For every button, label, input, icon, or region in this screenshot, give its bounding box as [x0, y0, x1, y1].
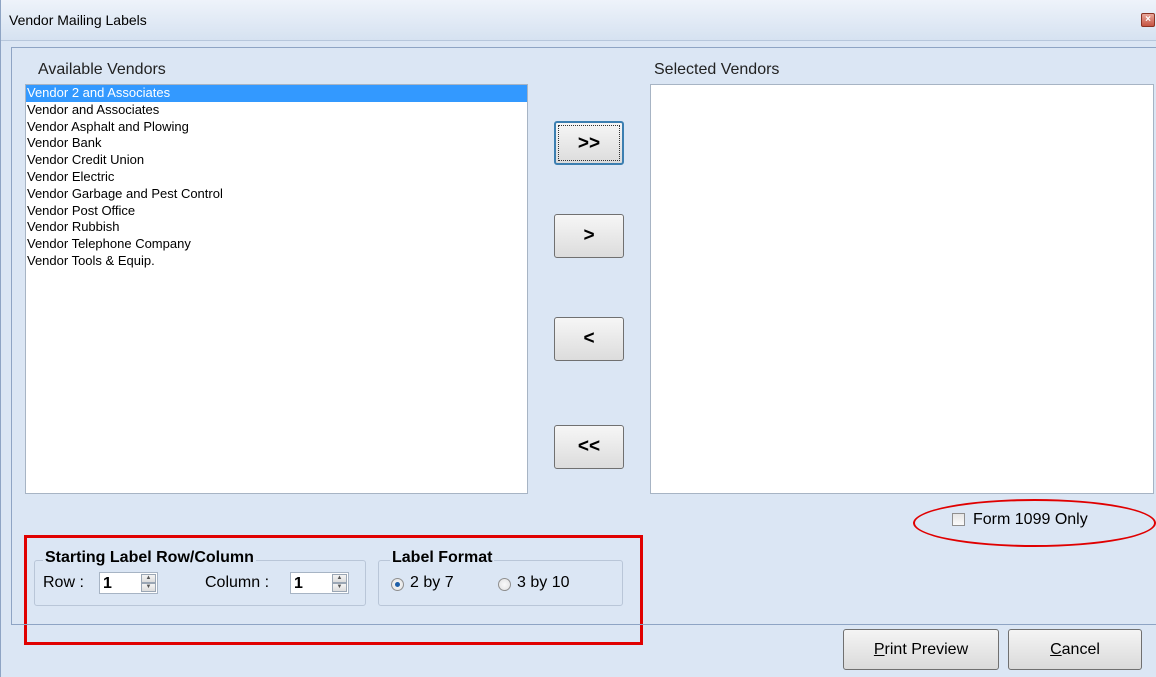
annotation-ellipse: [913, 499, 1156, 547]
list-item[interactable]: Vendor 2 and Associates: [26, 85, 527, 102]
list-item[interactable]: Vendor Tools & Equip.: [26, 253, 527, 270]
list-item[interactable]: Vendor and Associates: [26, 102, 527, 119]
title-bar: Vendor Mailing Labels ×: [1, 0, 1156, 41]
add-all-button[interactable]: >>: [554, 121, 624, 165]
list-item[interactable]: Vendor Bank: [26, 135, 527, 152]
annotation-rectangle: [24, 535, 643, 645]
remove-button[interactable]: <: [554, 317, 624, 361]
available-vendors-list[interactable]: Vendor 2 and Associates Vendor and Assoc…: [25, 84, 528, 494]
list-item[interactable]: Vendor Garbage and Pest Control: [26, 186, 527, 203]
remove-all-button[interactable]: <<: [554, 425, 624, 469]
list-item[interactable]: Vendor Credit Union: [26, 152, 527, 169]
list-item[interactable]: Vendor Telephone Company: [26, 236, 527, 253]
cancel-button[interactable]: Cancel: [1008, 629, 1142, 670]
list-item[interactable]: Vendor Electric: [26, 169, 527, 186]
available-vendors-label: Available Vendors: [38, 61, 166, 78]
cancel-mnemonic: C: [1050, 641, 1062, 658]
list-item[interactable]: Vendor Post Office: [26, 203, 527, 220]
print-preview-button[interactable]: Print Preview: [843, 629, 999, 670]
print-preview-mnemonic: P: [873, 641, 885, 658]
add-button[interactable]: >: [554, 214, 624, 258]
selected-vendors-label: Selected Vendors: [654, 61, 780, 78]
selected-vendors-list[interactable]: [650, 84, 1154, 494]
close-icon[interactable]: ×: [1141, 13, 1155, 27]
list-item[interactable]: Vendor Asphalt and Plowing: [26, 119, 527, 136]
add-all-label: >>: [558, 125, 620, 161]
cancel-label: ancel: [1061, 641, 1100, 658]
vendor-mailing-labels-window: Vendor Mailing Labels × Available Vendor…: [0, 0, 1156, 677]
window-title: Vendor Mailing Labels: [9, 12, 147, 28]
print-preview-label: rint Preview: [884, 641, 969, 658]
bottom-separator: [11, 624, 1156, 625]
list-item[interactable]: Vendor Rubbish: [26, 219, 527, 236]
